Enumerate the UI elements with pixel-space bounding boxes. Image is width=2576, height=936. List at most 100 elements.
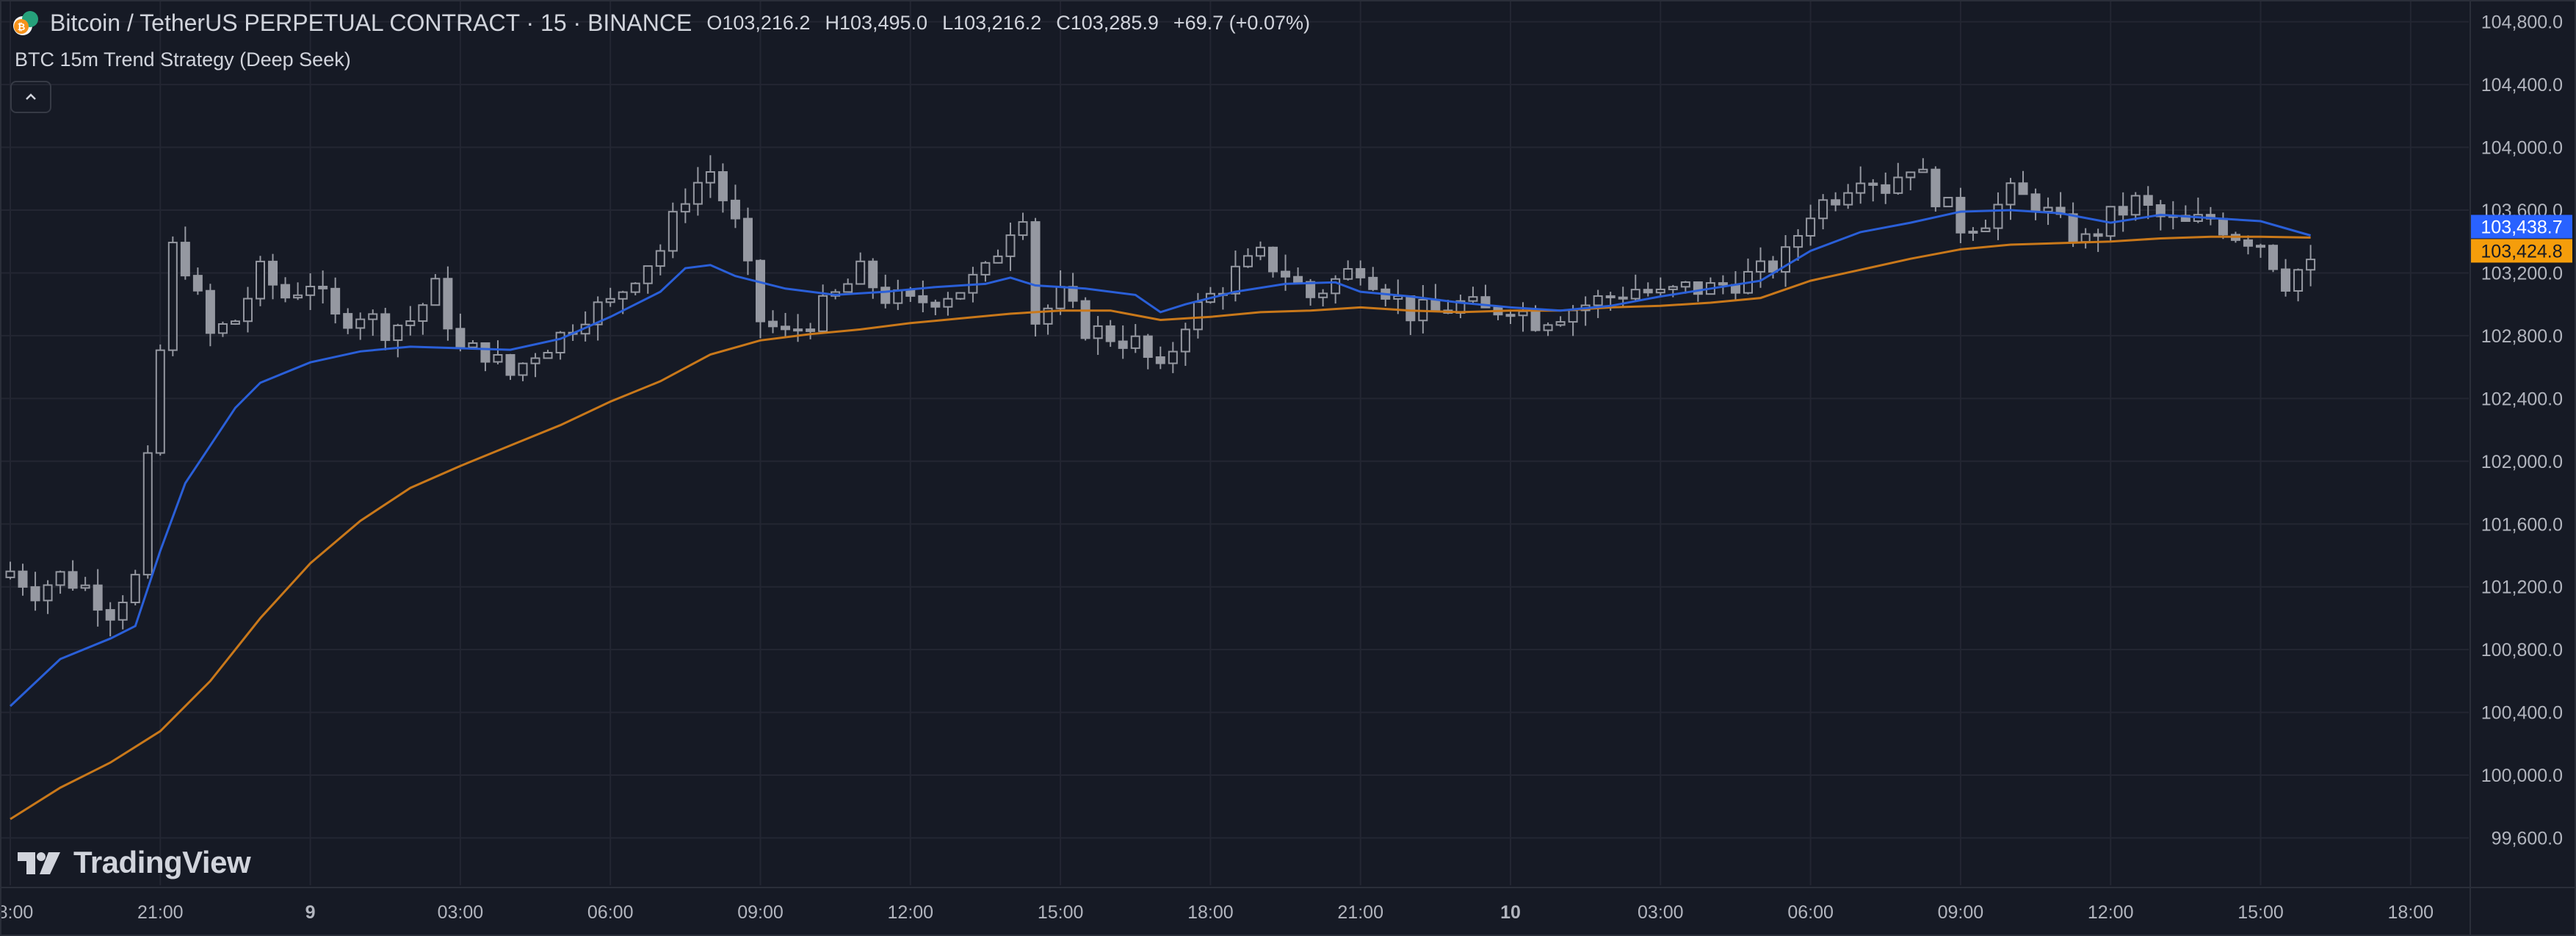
candle-body [1368,276,1378,290]
x-tick-label: 9 [305,902,316,923]
candle-body [1030,221,1041,325]
candle-body [1505,314,1516,317]
candle-body [343,313,353,329]
candle-body [2018,182,2028,195]
x-tick-label: 18:00 [0,902,33,923]
candle-body [180,242,190,277]
candle-body [105,609,115,621]
candle-body [730,199,740,220]
symbol-title[interactable]: Bitcoin / TetherUS PERPETUAL CONTRACT · … [50,10,692,37]
candle-body [2143,195,2153,206]
candle-body [1193,301,1203,331]
candle-body [2256,245,2265,248]
x-tick-label: 12:00 [888,902,934,923]
candle-body [281,284,291,299]
close-value: 103,285.9 [1070,11,1159,34]
candle-body [1693,281,1703,295]
candle-body [555,331,565,354]
candle-body [1268,246,1278,273]
candle-body [1555,321,1566,326]
x-tick-label: 06:00 [1787,902,1834,923]
candle-body [905,289,916,297]
candle-body [1968,231,1978,234]
candle-body [2293,269,2304,292]
candle-body [1356,267,1366,278]
candle-body [605,298,615,303]
candle-body [1256,246,1265,257]
candle-body [330,287,341,315]
collapse-legend-button[interactable] [10,81,51,113]
candle-body [717,171,728,201]
candle-body [1955,196,1966,234]
high-value: 103,495.0 [839,11,928,34]
candle-body [318,285,328,289]
candle-body [818,295,828,332]
candle-body [1518,310,1528,317]
tradingview-logo-icon [18,852,60,874]
candle-body [130,574,140,604]
candle-body [43,584,53,602]
candle-body [305,285,316,296]
candle-body [242,298,253,323]
candle-body [768,320,778,328]
candle-body [1430,298,1441,312]
candle-body [1806,217,1816,237]
y-tick-label: 103,200.0 [2481,263,2563,284]
low-value: 103,216.2 [953,11,1042,34]
candle-body [30,586,40,602]
tradingview-logo[interactable]: TradingView [16,845,251,880]
candle-body [1943,196,1953,208]
candle-body [1993,204,2003,229]
candle-body [192,275,203,292]
candle-body [1931,168,1941,208]
candle-body [1668,286,1678,290]
x-tick-label: 15:00 [1038,902,1084,923]
candle-body [167,242,178,351]
candle-body [680,203,690,213]
x-tick-label: 18:00 [2388,902,2434,923]
high-key: H [825,11,839,34]
x-tick-label: 06:00 [587,902,634,923]
candle-body [1055,286,1066,309]
x-tick-label: 12:00 [2088,902,2134,923]
candle-body [493,353,503,363]
candle-body [293,294,303,299]
open-value: 103,216.2 [722,11,811,34]
candle-body [1331,278,1341,295]
candle-body [1118,340,1128,349]
candle-body [1768,260,1779,273]
candle-body [2218,217,2228,236]
x-tick-label: 15:00 [2237,902,2284,923]
candle-body [618,291,628,300]
candle-body [705,171,715,184]
candle-body [1093,325,1103,339]
y-tick-label: 104,400.0 [2481,75,2563,96]
candle-body [1918,168,1928,173]
candle-body [368,313,378,320]
x-tick-label: 09:00 [737,902,784,923]
candle-body [430,278,441,306]
price-chart[interactable]: 99,600.0 100,000.0 100,400.0 100,800.0 101,2… [0,0,2576,936]
candle-body [1818,199,1828,220]
x-tick-label: 03:00 [438,902,484,923]
candle-body [68,571,78,589]
ema-fast-line [9,209,2312,708]
y-tick-label: 100,800.0 [2481,640,2563,660]
candle-body [530,357,540,364]
study-title[interactable]: BTC 15m Trend Strategy (Deep Seek) [15,48,351,71]
candle-body [393,324,403,342]
candle-body [505,353,515,376]
candle-body [2080,233,2091,243]
candle-body [155,349,165,454]
candle-body [1618,296,1628,300]
candle-body [1143,335,1153,359]
candle-body [1980,227,1991,233]
change-value: +69.7 (+0.07%) [1173,11,1310,34]
bitcoin-tether-icon[interactable]: ₿ [12,9,40,37]
candle-body [643,265,653,284]
candle-body [1680,281,1690,288]
candle-body [2093,233,2103,237]
candle-body [993,255,1003,264]
candle-body [1856,182,1866,194]
candle-body [18,570,28,588]
